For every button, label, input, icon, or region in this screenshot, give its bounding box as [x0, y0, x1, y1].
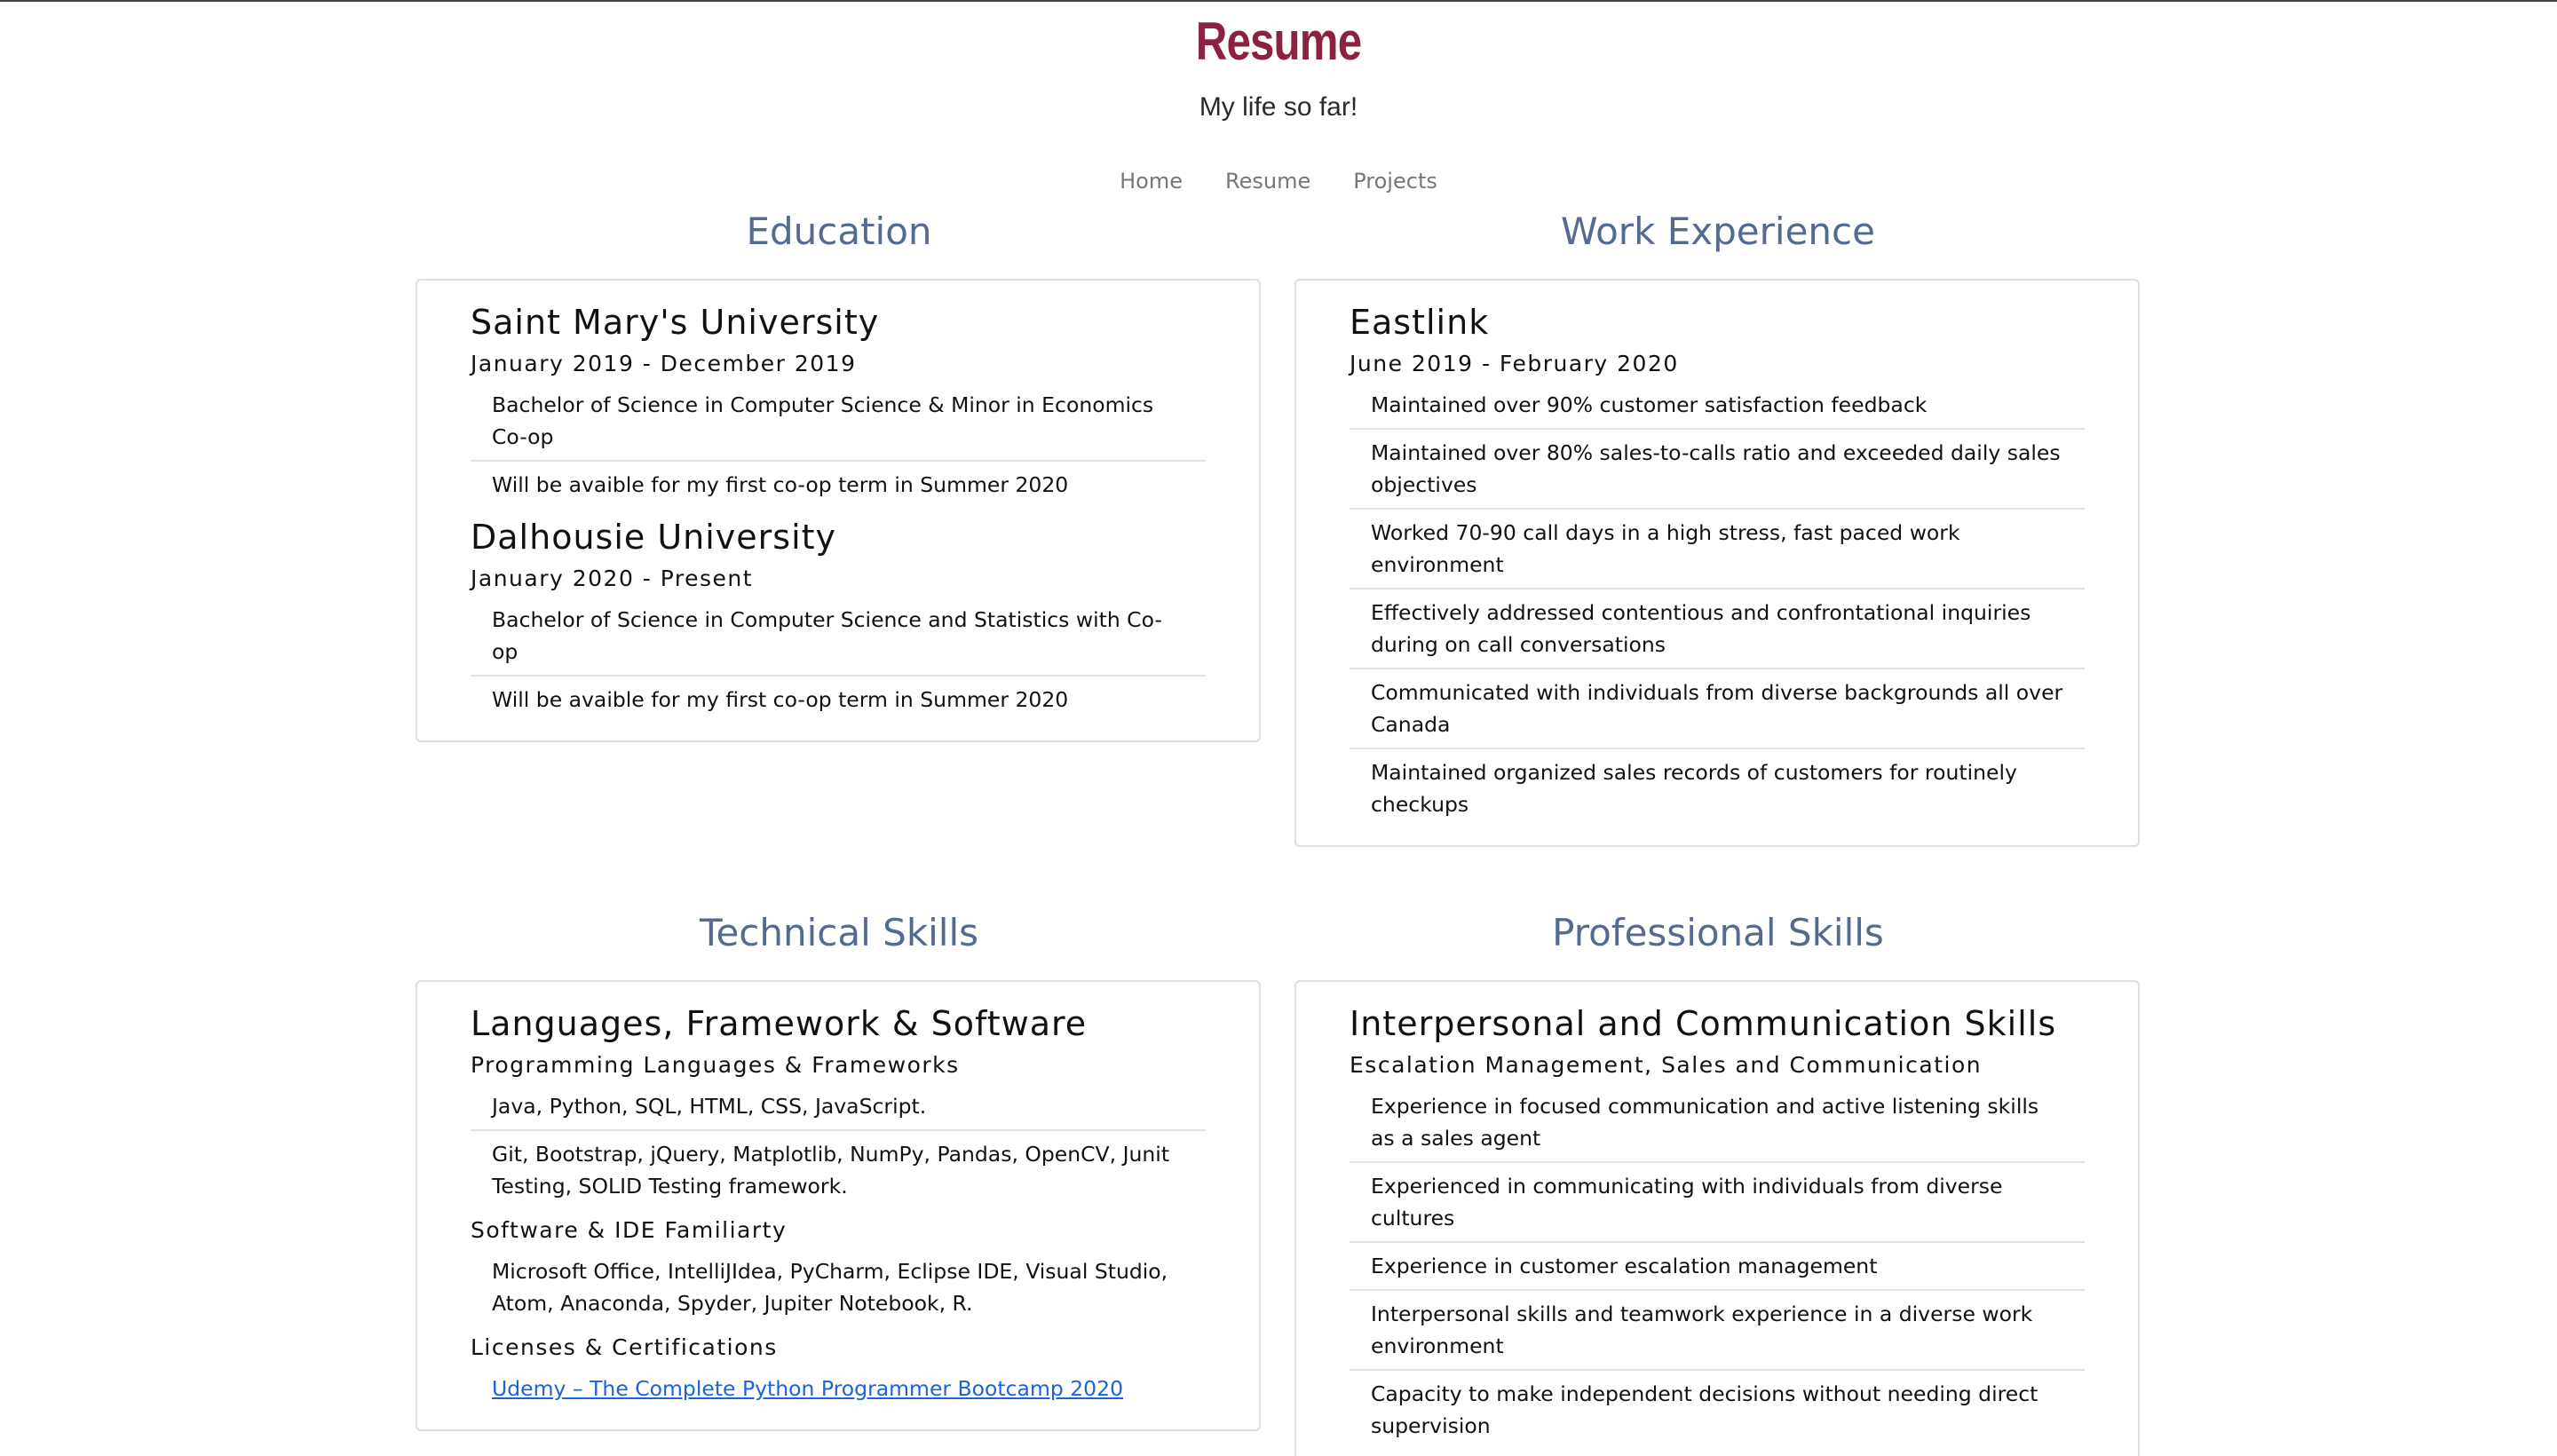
nav-projects-link[interactable]: Projects	[1353, 169, 1437, 194]
skill-list: Microsoft Office, IntelliJIdea, PyCharm,…	[471, 1248, 1206, 1326]
school-dates: January 2019 - December 2019	[471, 351, 857, 376]
technical-skills-title: Languages, Framework & Software	[471, 1004, 1088, 1043]
list-item: Experienced in communicating with indivi…	[1350, 1163, 2085, 1243]
list-item: Worked 70-90 call days in a high stress,…	[1350, 510, 2085, 590]
school-details-list: Bachelor of Science in Computer Science …	[471, 597, 1206, 723]
page-title: Resume	[1195, 12, 1362, 71]
work-heading: Work Experience	[1561, 210, 1875, 253]
list-item: Interpersonal skills and teamwork experi…	[1350, 1291, 2085, 1371]
list-item: Will be avaible for my first co-op term …	[492, 687, 1069, 712]
list-item: Effectively addressed contentious and co…	[1350, 590, 2085, 669]
education-heading: Education	[746, 210, 932, 253]
list-item: Microsoft Office, IntelliJIdea, PyCharm,…	[492, 1259, 1168, 1316]
certification-link[interactable]: Udemy – The Complete Python Programmer B…	[492, 1376, 1123, 1401]
skill-list: Java, Python, SQL, HTML, CSS, JavaScript…	[471, 1083, 1206, 1209]
nav-home-link[interactable]: Home	[1120, 169, 1183, 194]
professional-skills-title: Interpersonal and Communication Skills	[1350, 1004, 2057, 1043]
technical-skills-card: Languages, Framework & Software Programm…	[416, 980, 1261, 1431]
list-item: Git, Bootstrap, jQuery, Matplotlib, NumP…	[492, 1142, 1170, 1199]
professional-skills-heading: Professional Skills	[1552, 911, 1884, 954]
list-item: Java, Python, SQL, HTML, CSS, JavaScript…	[471, 1083, 1206, 1131]
list-item: Bachelor of Science in Computer Science …	[471, 597, 1206, 677]
skill-list: Experience in focused communication and …	[1350, 1083, 2085, 1449]
skill-group-label: Programming Languages & Frameworks	[471, 1052, 960, 1078]
school-name: Dalhousie University	[471, 518, 837, 557]
list-item: Maintained over 80% sales-to-calls ratio…	[1350, 430, 2085, 510]
education-card: Saint Mary's University January 2019 - D…	[416, 279, 1261, 742]
list-item: Communicated with individuals from diver…	[1350, 669, 2085, 749]
page-subtitle: My life so far!	[1199, 92, 1358, 122]
school-dates: January 2020 - Present	[471, 566, 754, 591]
nav-resume-link[interactable]: Resume	[1225, 169, 1310, 194]
list-item: Maintained organized sales records of cu…	[1371, 760, 2017, 817]
certification-list: Udemy – The Complete Python Programmer B…	[471, 1365, 1206, 1412]
work-card: Eastlink June 2019 - February 2020 Maint…	[1294, 279, 2140, 847]
list-item: Will be avaible for my first co-op term …	[492, 472, 1069, 497]
skill-group-label: Software & IDE Familiarty	[471, 1217, 788, 1243]
main-nav: Home Resume Projects	[0, 169, 2557, 194]
skill-group-label: Licenses & Certifications	[471, 1334, 778, 1360]
company-name: Eastlink	[1350, 303, 1490, 342]
school-details-list: Bachelor of Science in Computer Science …	[471, 382, 1206, 508]
job-dates: June 2019 - February 2020	[1350, 351, 1679, 376]
job-details-list: Maintained over 90% customer satisfactio…	[1350, 382, 2085, 827]
list-item: Maintained over 90% customer satisfactio…	[1350, 382, 2085, 430]
list-item: Capacity to make independent decisions w…	[1371, 1381, 2038, 1438]
list-item: Experience in focused communication and …	[1350, 1083, 2085, 1163]
professional-skills-card: Interpersonal and Communication Skills E…	[1294, 980, 2140, 1456]
job-entry: Eastlink June 2019 - February 2020 Maint…	[1350, 300, 2085, 827]
technical-skills-heading: Technical Skills	[699, 911, 979, 954]
list-item: Bachelor of Science in Computer Science …	[471, 382, 1206, 462]
school-entry: Saint Mary's University January 2019 - D…	[471, 300, 1206, 508]
school-entry: Dalhousie University January 2020 - Pres…	[471, 515, 1206, 723]
school-name: Saint Mary's University	[471, 303, 880, 342]
list-item: Udemy – The Complete Python Programmer B…	[471, 1365, 1206, 1412]
professional-skills-subtitle: Escalation Management, Sales and Communi…	[1350, 1052, 1983, 1078]
list-item: Experience in customer escalation manage…	[1350, 1243, 2085, 1291]
